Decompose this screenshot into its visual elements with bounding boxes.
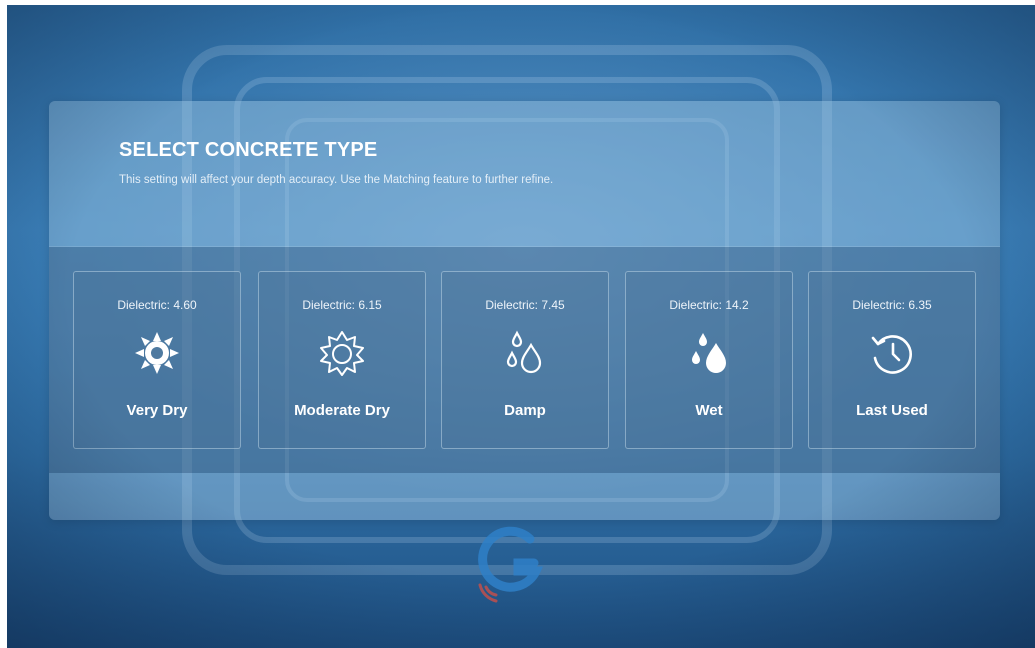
dielectric-value: Dielectric: 4.60 — [117, 298, 197, 312]
dielectric-value: Dielectric: 6.35 — [852, 298, 932, 312]
sun-solid-icon — [135, 332, 179, 374]
app-screen: SELECT CONCRETE TYPE This setting will a… — [7, 5, 1035, 648]
sun-outline-icon — [320, 331, 364, 376]
history-icon — [871, 335, 912, 374]
dielectric-value: Dielectric: 14.2 — [669, 298, 749, 312]
dialog-footer — [49, 473, 1000, 520]
brand-logo-icon — [478, 526, 544, 603]
option-label: Very Dry — [126, 402, 188, 419]
option-label: Moderate Dry — [294, 402, 390, 419]
concrete-type-dialog: SELECT CONCRETE TYPE This setting will a… — [49, 101, 1000, 520]
option-very-dry[interactable]: Dielectric: 4.60 Very Dry — [73, 271, 241, 449]
concrete-type-options: Dielectric: 4.60 Very Dry Dielectric: 6.… — [49, 247, 1000, 473]
option-damp[interactable]: Dielectric: 7.45 Damp — [441, 271, 609, 449]
option-label: Wet — [695, 402, 723, 419]
option-label: Last Used — [856, 402, 928, 419]
option-label: Damp — [504, 402, 546, 419]
dialog-header: SELECT CONCRETE TYPE This setting will a… — [49, 101, 1000, 247]
droplets-solid-icon — [692, 333, 726, 373]
option-last-used[interactable]: Dielectric: 6.35 Last Used — [808, 271, 976, 449]
option-wet[interactable]: Dielectric: 14.2 Wet — [625, 271, 793, 449]
dielectric-value: Dielectric: 6.15 — [302, 298, 382, 312]
dielectric-value: Dielectric: 7.45 — [485, 298, 565, 312]
dialog-subtitle: This setting will affect your depth accu… — [119, 174, 554, 186]
dialog-title: SELECT CONCRETE TYPE — [119, 139, 378, 161]
droplets-outline-icon — [506, 330, 542, 374]
option-moderate-dry[interactable]: Dielectric: 6.15 Moderate Dry — [258, 271, 426, 449]
